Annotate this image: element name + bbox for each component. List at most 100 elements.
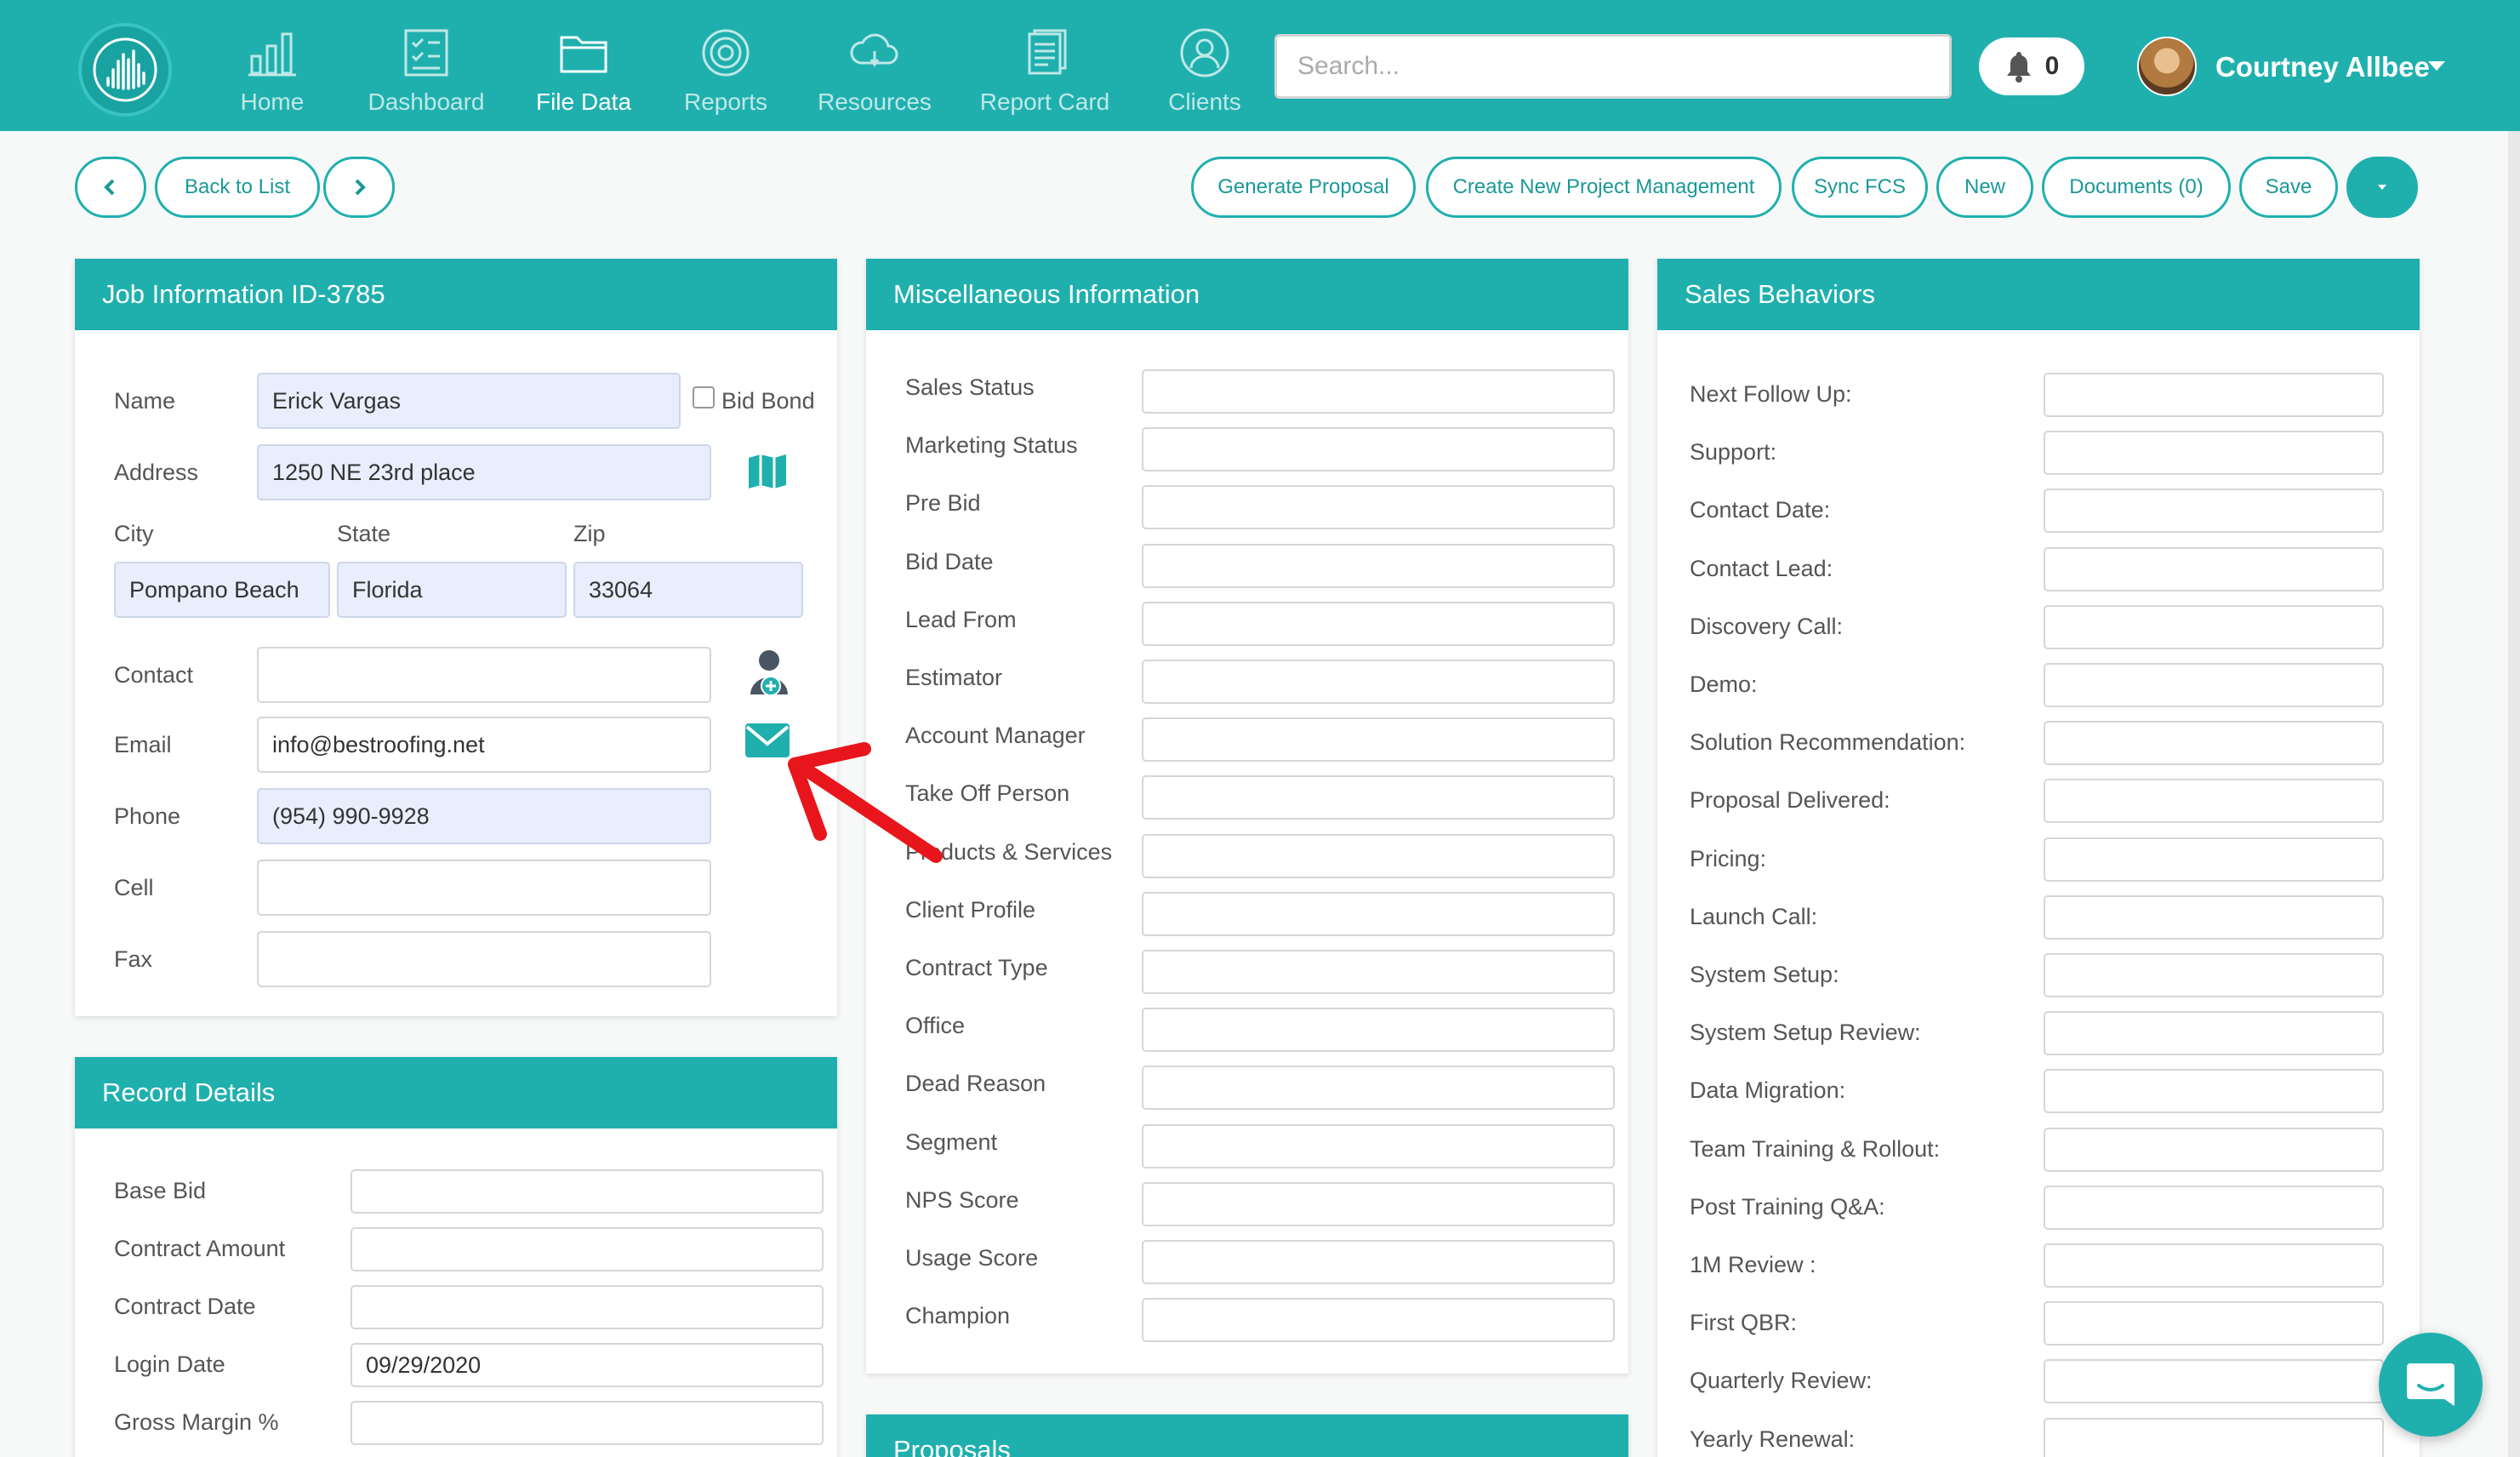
sync-fcs-button[interactable]: Sync FCS — [1792, 157, 1928, 218]
sales-field-label: Team Training & Rollout: — [1690, 1135, 1941, 1162]
misc-field-input[interactable] — [1142, 1298, 1615, 1343]
misc-field-input[interactable] — [1142, 1066, 1615, 1111]
page-scrollbar[interactable] — [2508, 131, 2520, 1457]
add-contact-icon[interactable] — [747, 649, 795, 700]
sales-field-input[interactable] — [2044, 894, 2384, 940]
sales-field-input[interactable] — [2044, 1069, 2384, 1114]
generate-proposal-button[interactable]: Generate Proposal — [1191, 157, 1416, 218]
new-button[interactable]: New — [1936, 157, 2033, 218]
job-information-panel: Job Information ID-3785 Name Bid Bond Ad… — [75, 259, 837, 1016]
misc-field-input[interactable] — [1142, 1181, 1615, 1226]
sales-field-input[interactable] — [2044, 1417, 2384, 1457]
misc-field-input[interactable] — [1142, 1008, 1615, 1053]
bar-chart-icon — [248, 32, 296, 77]
nav-home[interactable]: Home — [196, 26, 349, 126]
sales-field-input[interactable] — [2044, 779, 2384, 824]
record-field-input[interactable] — [351, 1285, 824, 1329]
misc-field-label: Sales Status — [905, 374, 1035, 400]
sales-field-input[interactable] — [2044, 1301, 2384, 1346]
app-logo[interactable] — [78, 23, 172, 117]
more-actions-button[interactable] — [2346, 157, 2418, 218]
misc-field-input[interactable] — [1142, 833, 1615, 878]
chevron-down-icon[interactable] — [2428, 61, 2445, 71]
misc-field-input[interactable] — [1142, 660, 1615, 704]
save-button[interactable]: Save — [2239, 157, 2338, 218]
checklist-icon — [404, 29, 448, 77]
sales-field-input[interactable] — [2044, 1127, 2384, 1172]
cell-input[interactable] — [257, 860, 711, 916]
nav-label: Resources — [818, 89, 932, 115]
sales-field-label: Discovery Call: — [1690, 613, 1844, 639]
fax-input[interactable] — [257, 931, 711, 987]
address-input[interactable] — [257, 444, 711, 500]
record-field-input[interactable] — [351, 1227, 824, 1271]
documents-button[interactable]: Documents (0) — [2042, 157, 2231, 218]
sales-field-input[interactable] — [2044, 837, 2384, 882]
nav-dashboard[interactable]: Dashboard — [350, 26, 503, 126]
notifications-button[interactable]: 0 — [1979, 37, 2084, 95]
misc-field-input[interactable] — [1142, 891, 1615, 936]
misc-field-label: Products & Services — [905, 838, 1113, 865]
misc-field-input[interactable] — [1142, 775, 1615, 820]
address-label: Address — [114, 460, 199, 485]
sales-field-input[interactable] — [2044, 1359, 2384, 1404]
contact-input[interactable] — [257, 647, 711, 703]
avatar[interactable] — [2137, 37, 2197, 96]
sales-field-input[interactable] — [2044, 546, 2384, 591]
misc-field-input[interactable] — [1142, 601, 1615, 646]
fax-label: Fax — [114, 946, 153, 972]
phone-input[interactable] — [257, 788, 711, 844]
search-input[interactable] — [1274, 34, 1952, 99]
chat-launcher-button[interactable] — [2379, 1333, 2483, 1437]
misc-field-input[interactable] — [1142, 369, 1615, 414]
city-input[interactable] — [114, 562, 330, 618]
map-icon[interactable] — [747, 451, 788, 492]
chevron-down-icon — [2378, 185, 2386, 190]
misc-field-input[interactable] — [1142, 1123, 1615, 1168]
nav-reports[interactable]: Reports — [649, 26, 802, 126]
state-input[interactable] — [337, 562, 567, 618]
nav-file-data[interactable]: File Data — [507, 26, 660, 126]
sales-field-input[interactable] — [2044, 1243, 2384, 1288]
back-to-list-button[interactable]: Back to List — [155, 157, 320, 218]
misc-field-input[interactable] — [1142, 1240, 1615, 1284]
bid-bond-checkbox[interactable] — [693, 386, 715, 409]
name-input[interactable] — [257, 373, 681, 429]
sales-field-input[interactable] — [2044, 1011, 2384, 1056]
sales-field-input[interactable] — [2044, 431, 2384, 476]
target-icon — [702, 29, 750, 77]
misc-field-input[interactable] — [1142, 543, 1615, 588]
sales-field-input[interactable] — [2044, 373, 2384, 417]
proposals-panel: Proposals — [866, 1414, 1628, 1457]
panel-title: Job Information ID-3785 — [75, 259, 837, 330]
sales-field-input[interactable] — [2044, 604, 2384, 649]
sales-field-input[interactable] — [2044, 721, 2384, 766]
chat-icon — [2407, 1363, 2454, 1406]
nav-clients[interactable]: Clients — [1128, 26, 1281, 126]
record-field-input[interactable] — [351, 1401, 824, 1445]
misc-field-input[interactable] — [1142, 717, 1615, 763]
sales-field-label: Yearly Renewal: — [1690, 1426, 1856, 1452]
misc-field-input[interactable] — [1142, 485, 1615, 530]
sales-field-input[interactable] — [2044, 1185, 2384, 1230]
user-name[interactable]: Courtney Allbee — [2215, 51, 2430, 83]
create-project-button[interactable]: Create New Project Management — [1426, 157, 1782, 218]
nav-report-card[interactable]: Report Card — [968, 26, 1121, 126]
misc-field-input[interactable] — [1142, 427, 1615, 472]
record-field-input[interactable] — [351, 1343, 824, 1387]
misc-field-label: Segment — [905, 1128, 998, 1155]
zip-input[interactable] — [573, 562, 803, 618]
sales-field-label: 1M Review : — [1690, 1252, 1816, 1277]
sales-field-input[interactable] — [2044, 663, 2384, 707]
next-button[interactable] — [323, 157, 395, 218]
record-field-input[interactable] — [351, 1169, 824, 1214]
misc-field-input[interactable] — [1142, 950, 1615, 994]
sales-field-input[interactable] — [2044, 489, 2384, 534]
misc-field-label: Marketing Status — [905, 432, 1078, 459]
sales-field-label: System Setup: — [1690, 962, 1839, 987]
sales-field-input[interactable] — [2044, 953, 2384, 997]
send-email-icon[interactable] — [744, 722, 791, 759]
email-input[interactable] — [257, 717, 711, 773]
nav-resources[interactable]: Resources — [798, 26, 951, 126]
previous-button[interactable] — [75, 157, 146, 218]
